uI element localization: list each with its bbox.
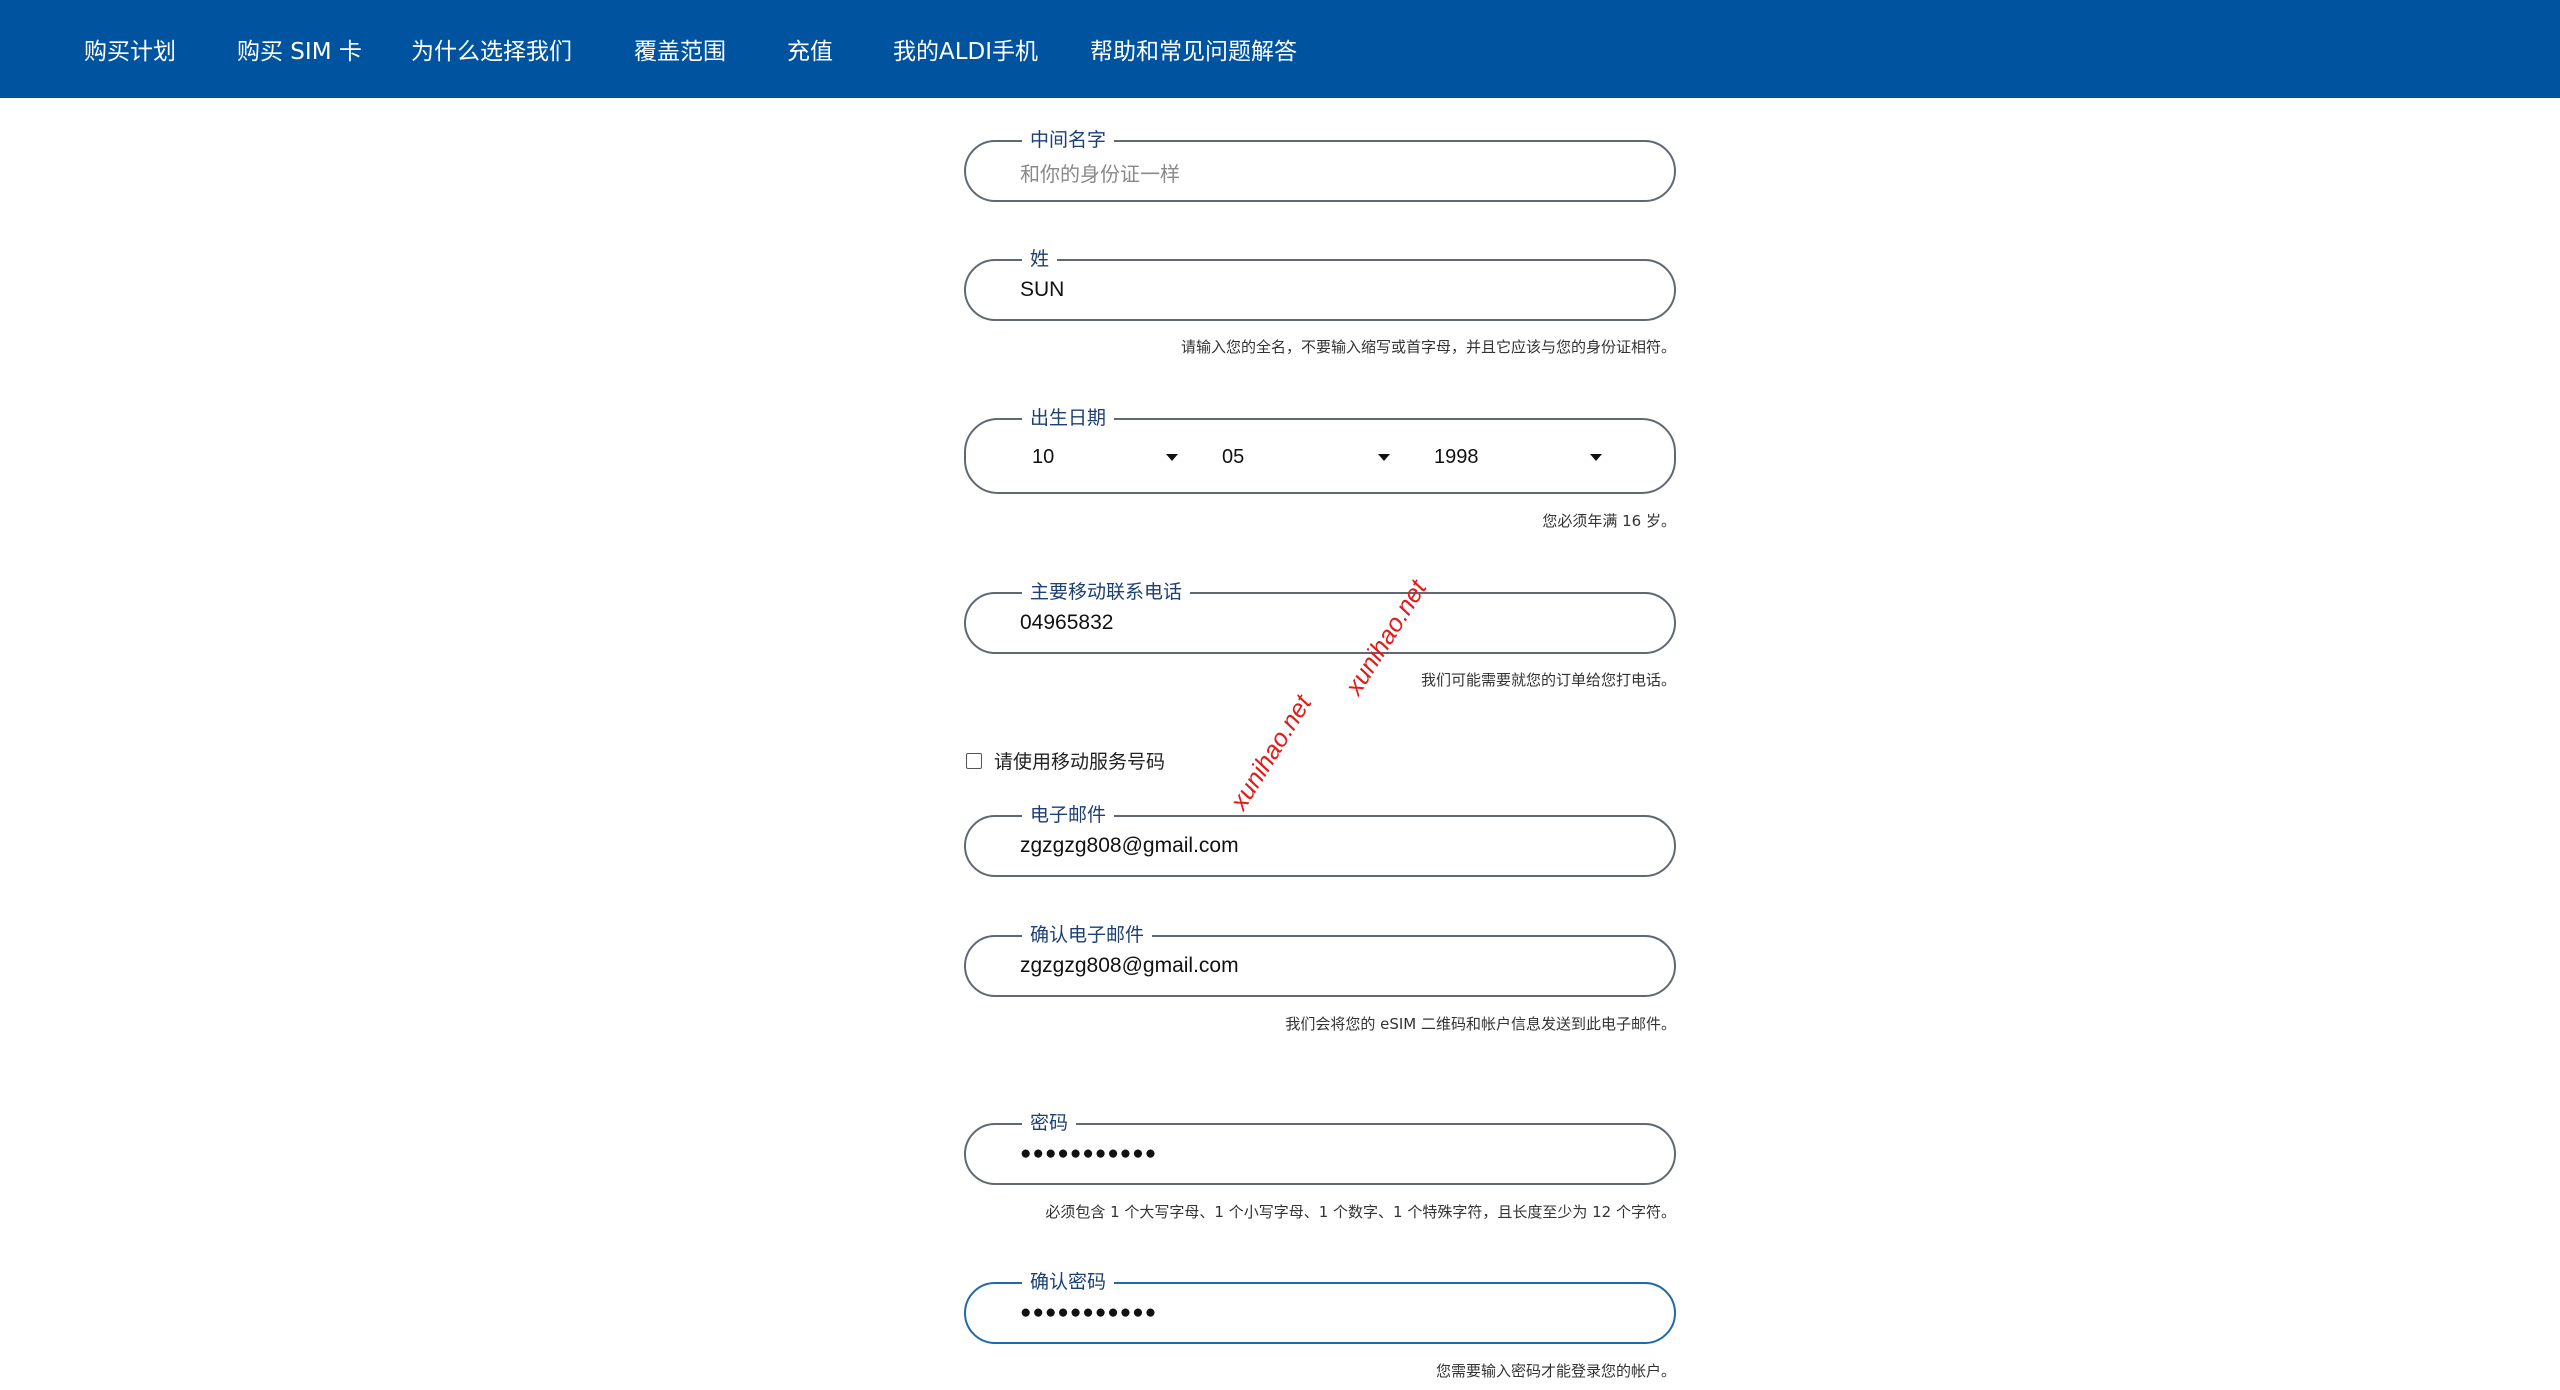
password-label: 密码 xyxy=(1022,1111,1077,1135)
mobile-helper: 我们可能需要就您的订单给您打电话。 xyxy=(1420,671,1676,689)
dob-day-value: 05 xyxy=(1222,446,1245,468)
confirm-password-label: 确认密码 xyxy=(1022,1270,1115,1294)
use-mobile-service-row[interactable]: 请使用移动服务号码 xyxy=(966,747,1165,774)
middle-name-field[interactable]: 中间名字 和你的身份证一样 xyxy=(964,128,1676,202)
dob-year-value: 1998 xyxy=(1434,446,1479,468)
nav-buy-sim[interactable]: 购买 SIM 卡 xyxy=(237,32,362,66)
dob-day-select[interactable]: 05 xyxy=(1218,436,1408,476)
mobile-label: 主要移动联系电话 xyxy=(1022,580,1191,604)
email-value: zgzgzg808@gmail.com xyxy=(1020,834,1239,857)
dob-year-select[interactable]: 1998 xyxy=(1430,436,1620,476)
last-name-value: SUN xyxy=(1020,278,1065,301)
chevron-down-icon xyxy=(1378,454,1390,461)
password-helper: 必须包含 1 个大写字母、1 个小写字母、1 个数字、1 个特殊字符，且长度至少… xyxy=(1045,1203,1676,1221)
last-name-label: 姓 xyxy=(1022,247,1058,271)
confirm-password-helper: 您需要输入密码才能登录您的帐户。 xyxy=(1435,1362,1676,1380)
confirm-email-value: zgzgzg808@gmail.com xyxy=(1020,954,1239,977)
nav-recharge[interactable]: 充值 xyxy=(787,32,833,66)
last-name-field[interactable]: 姓 SUN xyxy=(964,247,1676,321)
registration-form: 中间名字 和你的身份证一样 姓 SUN 请输入您的全名，不要输入缩写或首字母，并… xyxy=(964,0,1680,1390)
dob-label: 出生日期 xyxy=(1022,406,1115,430)
password-field[interactable]: 密码 ●●●●●●●●●●● xyxy=(964,1111,1676,1185)
middle-name-placeholder: 和你的身份证一样 xyxy=(1020,162,1180,186)
confirm-email-helper: 我们会将您的 eSIM 二维码和帐户信息发送到此电子邮件。 xyxy=(1285,1015,1676,1033)
nav-buy-plan[interactable]: 购买计划 xyxy=(84,32,176,66)
dob-helper: 您必须年满 16 岁。 xyxy=(1542,512,1676,530)
use-mobile-service-label: 请使用移动服务号码 xyxy=(994,751,1166,773)
mobile-value: 04965832 xyxy=(1020,611,1114,634)
chevron-down-icon xyxy=(1590,454,1602,461)
dob-month-value: 10 xyxy=(1032,446,1055,468)
nav-coverage[interactable]: 覆盖范围 xyxy=(634,32,726,66)
confirm-password-field[interactable]: 确认密码 ●●●●●●●●●●● xyxy=(964,1270,1676,1344)
confirm-email-label: 确认电子邮件 xyxy=(1022,923,1153,947)
mobile-field[interactable]: 主要移动联系电话 04965832 xyxy=(964,580,1676,654)
confirm-email-field[interactable]: 确认电子邮件 zgzgzg808@gmail.com xyxy=(964,923,1676,997)
dob-field: 出生日期 10 05 1998 xyxy=(964,406,1676,494)
email-field[interactable]: 电子邮件 zgzgzg808@gmail.com xyxy=(964,803,1676,877)
dob-month-select[interactable]: 10 xyxy=(1006,436,1196,476)
nav-why-us[interactable]: 为什么选择我们 xyxy=(411,32,572,66)
middle-name-label: 中间名字 xyxy=(1022,128,1115,152)
use-mobile-service-checkbox[interactable] xyxy=(966,752,982,769)
confirm-password-value: ●●●●●●●●●●● xyxy=(1020,1302,1158,1323)
chevron-down-icon xyxy=(1166,454,1178,461)
last-name-helper: 请输入您的全名，不要输入缩写或首字母，并且它应该与您的身份证相符。 xyxy=(1180,338,1676,356)
password-value: ●●●●●●●●●●● xyxy=(1020,1143,1158,1164)
email-label: 电子邮件 xyxy=(1022,803,1115,827)
